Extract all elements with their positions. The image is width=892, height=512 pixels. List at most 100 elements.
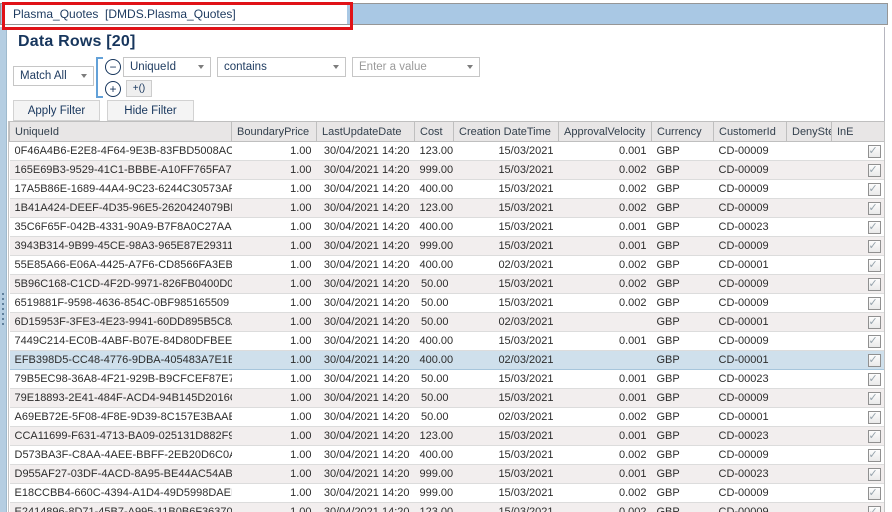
cell-creation-datetime: 15/03/2021 [453, 464, 559, 484]
in-effect-checkbox[interactable] [867, 163, 881, 177]
cell-creation-datetime: 02/03/2021 [453, 350, 559, 370]
table-row[interactable]: E2414896-8D71-45B7-A995-11B0B6F36370 1.00… [9, 502, 884, 512]
cell-denystep [786, 274, 832, 294]
in-effect-checkbox[interactable] [867, 486, 881, 500]
in-effect-checkbox[interactable] [867, 220, 881, 234]
cell-denystep [786, 483, 832, 503]
table-row[interactable]: 79B5EC98-36A8-4F21-929B-B9CFCEF87E7B 1.00… [9, 369, 884, 389]
filter-value-input[interactable]: Enter a value [352, 57, 480, 77]
cell-uniqueid: E2414896-8D71-45B7-A995-11B0B6F36370 [9, 502, 232, 512]
table-row[interactable]: 7449C214-EC0B-4ABF-B07E-84D80DFBEE41 1.00… [9, 331, 884, 351]
in-effect-checkbox[interactable] [867, 353, 881, 367]
table-row[interactable]: 0F46A4B6-E2E8-4F64-9E3B-83FBD5008AC4 1.00… [9, 141, 884, 161]
cell-uniqueid: 55E85A66-E06A-4425-A7F6-CD8566FA3EB1 [9, 255, 232, 275]
cell-uniqueid: 7449C214-EC0B-4ABF-B07E-84D80DFBEE41 [9, 331, 232, 351]
in-effect-checkbox[interactable] [867, 182, 881, 196]
in-effect-checkbox[interactable] [867, 372, 881, 386]
column-header-customerid[interactable]: CustomerId [713, 121, 787, 142]
cell-approvalvelocity: 0.001 [558, 464, 652, 484]
cell-approvalvelocity: 0.002 [558, 274, 652, 294]
column-header-approvalvelocity[interactable]: ApprovalVelocity [558, 121, 652, 142]
cell-lastupdatedate: 30/04/2021 14:20 [316, 255, 415, 275]
cell-denystep [786, 160, 832, 180]
column-header-denystep[interactable]: DenyStep [786, 121, 832, 142]
remove-condition-button[interactable]: − [105, 59, 121, 75]
add-condition-button[interactable]: + [105, 81, 121, 97]
cell-cost: 123.00 [414, 426, 454, 446]
in-effect-checkbox[interactable] [867, 448, 881, 462]
in-effect-checkbox[interactable] [867, 334, 881, 348]
column-header-creation-datetime[interactable]: Creation DateTime [453, 121, 559, 142]
cell-currency: GBP [651, 141, 714, 161]
filter-field-select[interactable]: UniqueId [123, 57, 211, 77]
table-row[interactable]: 165E69B3-9529-41C1-BBBE-A10FF765FA79 1.00… [9, 160, 884, 180]
match-mode-select[interactable]: Match All [13, 66, 94, 86]
table-row[interactable]: D955AF27-03DF-4ACD-8A95-BE44AC54AB06 1.00… [9, 464, 884, 484]
cell-lastupdatedate: 30/04/2021 14:20 [316, 312, 415, 332]
cell-customerid: CD-00009 [713, 502, 787, 512]
cell-currency: GBP [651, 426, 714, 446]
table-row[interactable]: EFB398D5-CC48-4776-9DBA-405483A7E1B1 1.00… [9, 350, 884, 370]
in-effect-checkbox[interactable] [867, 201, 881, 215]
in-effect-checkbox[interactable] [867, 258, 881, 272]
filter-operator-select[interactable]: contains [217, 57, 346, 77]
cell-boundaryprice: 1.00 [231, 255, 317, 275]
cell-in-effect [831, 388, 884, 408]
in-effect-checkbox[interactable] [867, 410, 881, 424]
table-row[interactable]: 35C6F65F-042B-4331-90A9-B7F8A0C27AA9 1.00… [9, 217, 884, 237]
cell-boundaryprice: 1.00 [231, 141, 317, 161]
table-row[interactable]: E18CCBB4-660C-4394-A1D4-49D5998DAEE2 1.00… [9, 483, 884, 503]
hide-filter-button[interactable]: Hide Filter [107, 100, 194, 121]
cell-denystep [786, 236, 832, 256]
cell-lastupdatedate: 30/04/2021 14:20 [316, 502, 415, 512]
table-row[interactable]: D573BA3F-C8AA-4AEE-BBFF-2EB20D6C0AD1 1.00… [9, 445, 884, 465]
in-effect-checkbox[interactable] [867, 505, 881, 512]
in-effect-checkbox[interactable] [867, 315, 881, 329]
cell-creation-datetime: 02/03/2021 [453, 255, 559, 275]
cell-boundaryprice: 1.00 [231, 369, 317, 389]
table-row[interactable]: 55E85A66-E06A-4425-A7F6-CD8566FA3EB1 1.00… [9, 255, 884, 275]
in-effect-checkbox[interactable] [867, 277, 881, 291]
table-row[interactable]: 17A5B86E-1689-44A4-9C23-6244C30573AF 1.00… [9, 179, 884, 199]
column-header-uniqueid[interactable]: UniqueId [9, 121, 232, 142]
cell-in-effect [831, 293, 884, 313]
table-row[interactable]: A69EB72E-5F08-4F8E-9D39-8C157E3BAAE4 1.00… [9, 407, 884, 427]
cell-approvalvelocity: 0.001 [558, 141, 652, 161]
in-effect-checkbox[interactable] [867, 391, 881, 405]
apply-filter-button[interactable]: Apply Filter [13, 100, 100, 121]
add-group-button[interactable]: +() [126, 80, 152, 97]
cell-boundaryprice: 1.00 [231, 502, 317, 512]
column-header-boundaryprice[interactable]: BoundaryPrice [231, 121, 317, 142]
column-header-cost[interactable]: Cost [414, 121, 454, 142]
cell-approvalvelocity: 0.002 [558, 445, 652, 465]
table-row[interactable]: 3943B314-9B99-45CE-98A3-965E87E29311 1.00… [9, 236, 884, 256]
table-row[interactable]: 5B96C168-C1CD-4F2D-9971-826FB0400D0A 1.00… [9, 274, 884, 294]
cell-in-effect [831, 179, 884, 199]
filter-field-value: UniqueId [130, 61, 177, 73]
table-row[interactable]: CCA11699-F631-4713-BA09-025131D882F9 1.00… [9, 426, 884, 446]
splitter-grip-icon [2, 293, 4, 327]
table-row[interactable]: 1B41A424-DEEF-4D35-96E5-2620424079BE 1.00… [9, 198, 884, 218]
in-effect-checkbox[interactable] [867, 467, 881, 481]
cell-lastupdatedate: 30/04/2021 14:20 [316, 274, 415, 294]
cell-denystep [786, 141, 832, 161]
cell-boundaryprice: 1.00 [231, 293, 317, 313]
column-header-currency[interactable]: Currency [651, 121, 714, 142]
in-effect-checkbox[interactable] [867, 296, 881, 310]
in-effect-checkbox[interactable] [867, 144, 881, 158]
cell-currency: GBP [651, 160, 714, 180]
column-header-ine[interactable]: InE [831, 121, 884, 142]
cell-currency: GBP [651, 483, 714, 503]
table-row[interactable]: 6D15953F-3FE3-4E23-9941-60DD895B5C8A 1.00… [9, 312, 884, 332]
in-effect-checkbox[interactable] [867, 239, 881, 253]
left-splitter[interactable] [0, 27, 7, 512]
app-window: Plasma_Quotes [DMDS.Plasma_Quotes] Data … [0, 0, 892, 512]
cell-lastupdatedate: 30/04/2021 14:20 [316, 217, 415, 237]
table-row[interactable]: 79E18893-2E41-484F-ACD4-94B145D2016C 1.00… [9, 388, 884, 408]
cell-in-effect [831, 255, 884, 275]
in-effect-checkbox[interactable] [867, 429, 881, 443]
cell-cost: 999.00 [414, 236, 454, 256]
table-row[interactable]: 6519881F-9598-4636-854C-0BF985165509 1.00… [9, 293, 884, 313]
column-header-lastupdatedate[interactable]: LastUpdateDate [316, 121, 415, 142]
tab-plasma-quotes[interactable]: Plasma_Quotes [DMDS.Plasma_Quotes] [3, 4, 347, 24]
